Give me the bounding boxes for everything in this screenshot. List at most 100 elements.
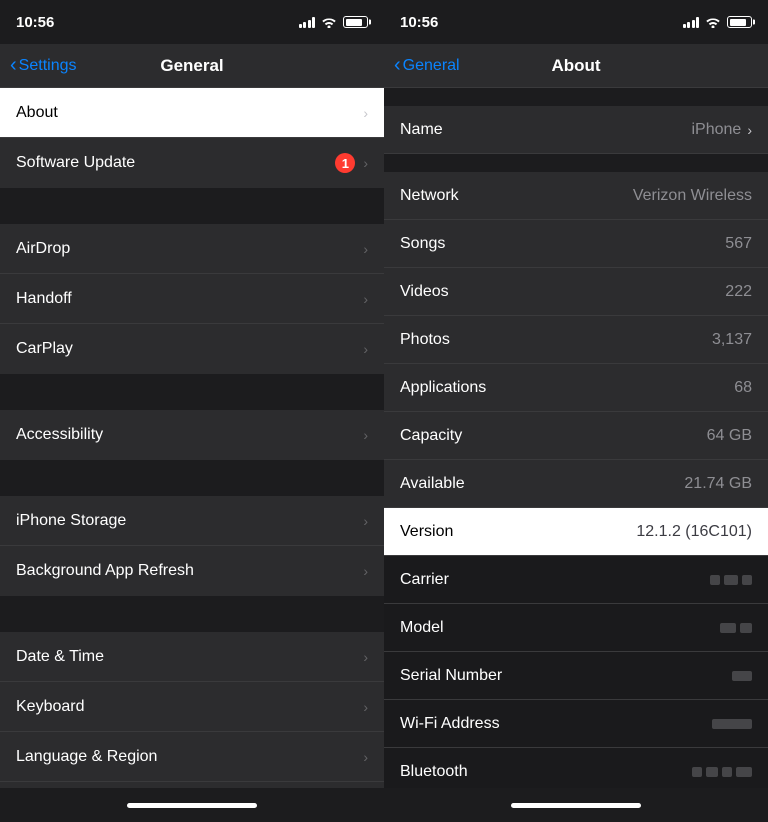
row-airdrop[interactable]: AirDrop › bbox=[0, 224, 384, 274]
row-capacity-label: Capacity bbox=[400, 427, 707, 445]
gap-2 bbox=[0, 374, 384, 410]
section-storage: iPhone Storage › Background App Refresh … bbox=[0, 496, 384, 596]
row-keyboard[interactable]: Keyboard › bbox=[0, 682, 384, 732]
status-time-right: 10:56 bbox=[400, 14, 438, 31]
row-keyboard-chevron: › bbox=[363, 699, 368, 715]
back-button-right[interactable]: ‹ General bbox=[394, 56, 460, 75]
row-photos: Photos 3,137 bbox=[384, 316, 768, 364]
row-videos-value: 222 bbox=[725, 283, 752, 301]
row-background-refresh[interactable]: Background App Refresh › bbox=[0, 546, 384, 596]
row-software-update-chevron: › bbox=[363, 155, 368, 171]
section-accessibility: Accessibility › bbox=[0, 410, 384, 460]
row-background-refresh-label: Background App Refresh bbox=[16, 562, 363, 580]
gap-4 bbox=[0, 596, 384, 632]
wifi-icon bbox=[321, 16, 337, 28]
top-gap bbox=[384, 88, 768, 106]
row-network: Network Verizon Wireless bbox=[384, 172, 768, 220]
row-about-label: About bbox=[16, 104, 363, 122]
row-about[interactable]: About › bbox=[0, 88, 384, 138]
gap-3 bbox=[0, 460, 384, 496]
row-iphone-storage-chevron: › bbox=[363, 513, 368, 529]
row-bluetooth-label: Bluetooth bbox=[400, 763, 692, 781]
row-iphone-storage-label: iPhone Storage bbox=[16, 512, 363, 530]
section-name: Name iPhone › bbox=[384, 106, 768, 154]
row-songs: Songs 567 bbox=[384, 220, 768, 268]
status-bar-right: 10:56 bbox=[384, 0, 768, 44]
row-keyboard-label: Keyboard bbox=[16, 698, 363, 716]
row-carplay[interactable]: CarPlay › bbox=[0, 324, 384, 374]
row-carplay-label: CarPlay bbox=[16, 340, 363, 358]
row-wifi-address-label: Wi-Fi Address bbox=[400, 715, 712, 733]
row-date-time-chevron: › bbox=[363, 649, 368, 665]
row-videos: Videos 222 bbox=[384, 268, 768, 316]
software-update-badge: 1 bbox=[335, 153, 355, 173]
row-serial: Serial Number bbox=[384, 652, 768, 700]
row-language-region-chevron: › bbox=[363, 749, 368, 765]
row-serial-label: Serial Number bbox=[400, 667, 732, 685]
row-songs-label: Songs bbox=[400, 235, 725, 253]
row-version: Version 12.1.2 (16C101) bbox=[384, 508, 768, 556]
row-date-time-label: Date & Time bbox=[16, 648, 363, 666]
row-photos-value: 3,137 bbox=[712, 331, 752, 349]
row-photos-label: Photos bbox=[400, 331, 712, 349]
back-label-left: Settings bbox=[19, 57, 77, 75]
row-name-chevron: › bbox=[747, 122, 752, 138]
row-software-update[interactable]: Software Update 1 › bbox=[0, 138, 384, 188]
row-model-label: Model bbox=[400, 619, 720, 637]
row-wifi-address: Wi-Fi Address bbox=[384, 700, 768, 748]
row-language-region[interactable]: Language & Region › bbox=[0, 732, 384, 782]
row-handoff-chevron: › bbox=[363, 291, 368, 307]
gap-about-1 bbox=[384, 154, 768, 172]
row-available-label: Available bbox=[400, 475, 684, 493]
row-network-label: Network bbox=[400, 187, 633, 205]
row-handoff[interactable]: Handoff › bbox=[0, 274, 384, 324]
nav-bar-left: ‹ Settings General bbox=[0, 44, 384, 88]
section-language: Date & Time › Keyboard › Language & Regi… bbox=[0, 632, 384, 788]
home-bar-left bbox=[127, 803, 257, 808]
home-indicator-right bbox=[384, 788, 768, 822]
row-name-label: Name bbox=[400, 121, 692, 139]
row-accessibility-chevron: › bbox=[363, 427, 368, 443]
row-songs-value: 567 bbox=[725, 235, 752, 253]
nav-title-right: About bbox=[551, 56, 600, 76]
nav-bar-right: ‹ General About bbox=[384, 44, 768, 88]
row-videos-label: Videos bbox=[400, 283, 725, 301]
row-accessibility[interactable]: Accessibility › bbox=[0, 410, 384, 460]
row-name[interactable]: Name iPhone › bbox=[384, 106, 768, 154]
back-button-left[interactable]: ‹ Settings bbox=[10, 56, 76, 75]
row-software-update-label: Software Update bbox=[16, 154, 335, 172]
row-applications-label: Applications bbox=[400, 379, 734, 397]
section-info: Network Verizon Wireless Songs 567 Video… bbox=[384, 172, 768, 556]
row-model: Model bbox=[384, 604, 768, 652]
row-accessibility-label: Accessibility bbox=[16, 426, 363, 444]
row-carplay-chevron: › bbox=[363, 341, 368, 357]
row-iphone-storage[interactable]: iPhone Storage › bbox=[0, 496, 384, 546]
section-private: Carrier Model Serial Number bbox=[384, 556, 768, 788]
row-capacity: Capacity 64 GB bbox=[384, 412, 768, 460]
row-version-label: Version bbox=[400, 523, 636, 541]
back-label-right: General bbox=[403, 57, 460, 75]
right-screen: 10:56 ‹ General About Na bbox=[384, 0, 768, 822]
wifi-icon-right bbox=[705, 16, 721, 28]
row-network-value: Verizon Wireless bbox=[633, 187, 752, 205]
section-about: About › Software Update 1 › bbox=[0, 88, 384, 188]
row-bluetooth-value bbox=[692, 767, 752, 777]
row-wifi-address-value bbox=[712, 719, 752, 729]
back-chevron-right: ‹ bbox=[394, 55, 401, 75]
status-bar-left: 10:56 bbox=[0, 0, 384, 44]
row-airdrop-label: AirDrop bbox=[16, 240, 363, 258]
row-serial-value bbox=[732, 671, 752, 681]
signal-icon bbox=[299, 16, 316, 28]
row-applications: Applications 68 bbox=[384, 364, 768, 412]
status-icons-left bbox=[299, 16, 369, 28]
row-background-refresh-chevron: › bbox=[363, 563, 368, 579]
row-handoff-label: Handoff bbox=[16, 290, 363, 308]
status-icons-right bbox=[683, 16, 753, 28]
row-available: Available 21.74 GB bbox=[384, 460, 768, 508]
row-carrier: Carrier bbox=[384, 556, 768, 604]
row-date-time[interactable]: Date & Time › bbox=[0, 632, 384, 682]
status-time-left: 10:56 bbox=[16, 14, 54, 31]
row-carrier-value bbox=[710, 575, 752, 585]
row-dictionary[interactable]: Dictionary › bbox=[0, 782, 384, 788]
nav-title-left: General bbox=[160, 56, 223, 76]
